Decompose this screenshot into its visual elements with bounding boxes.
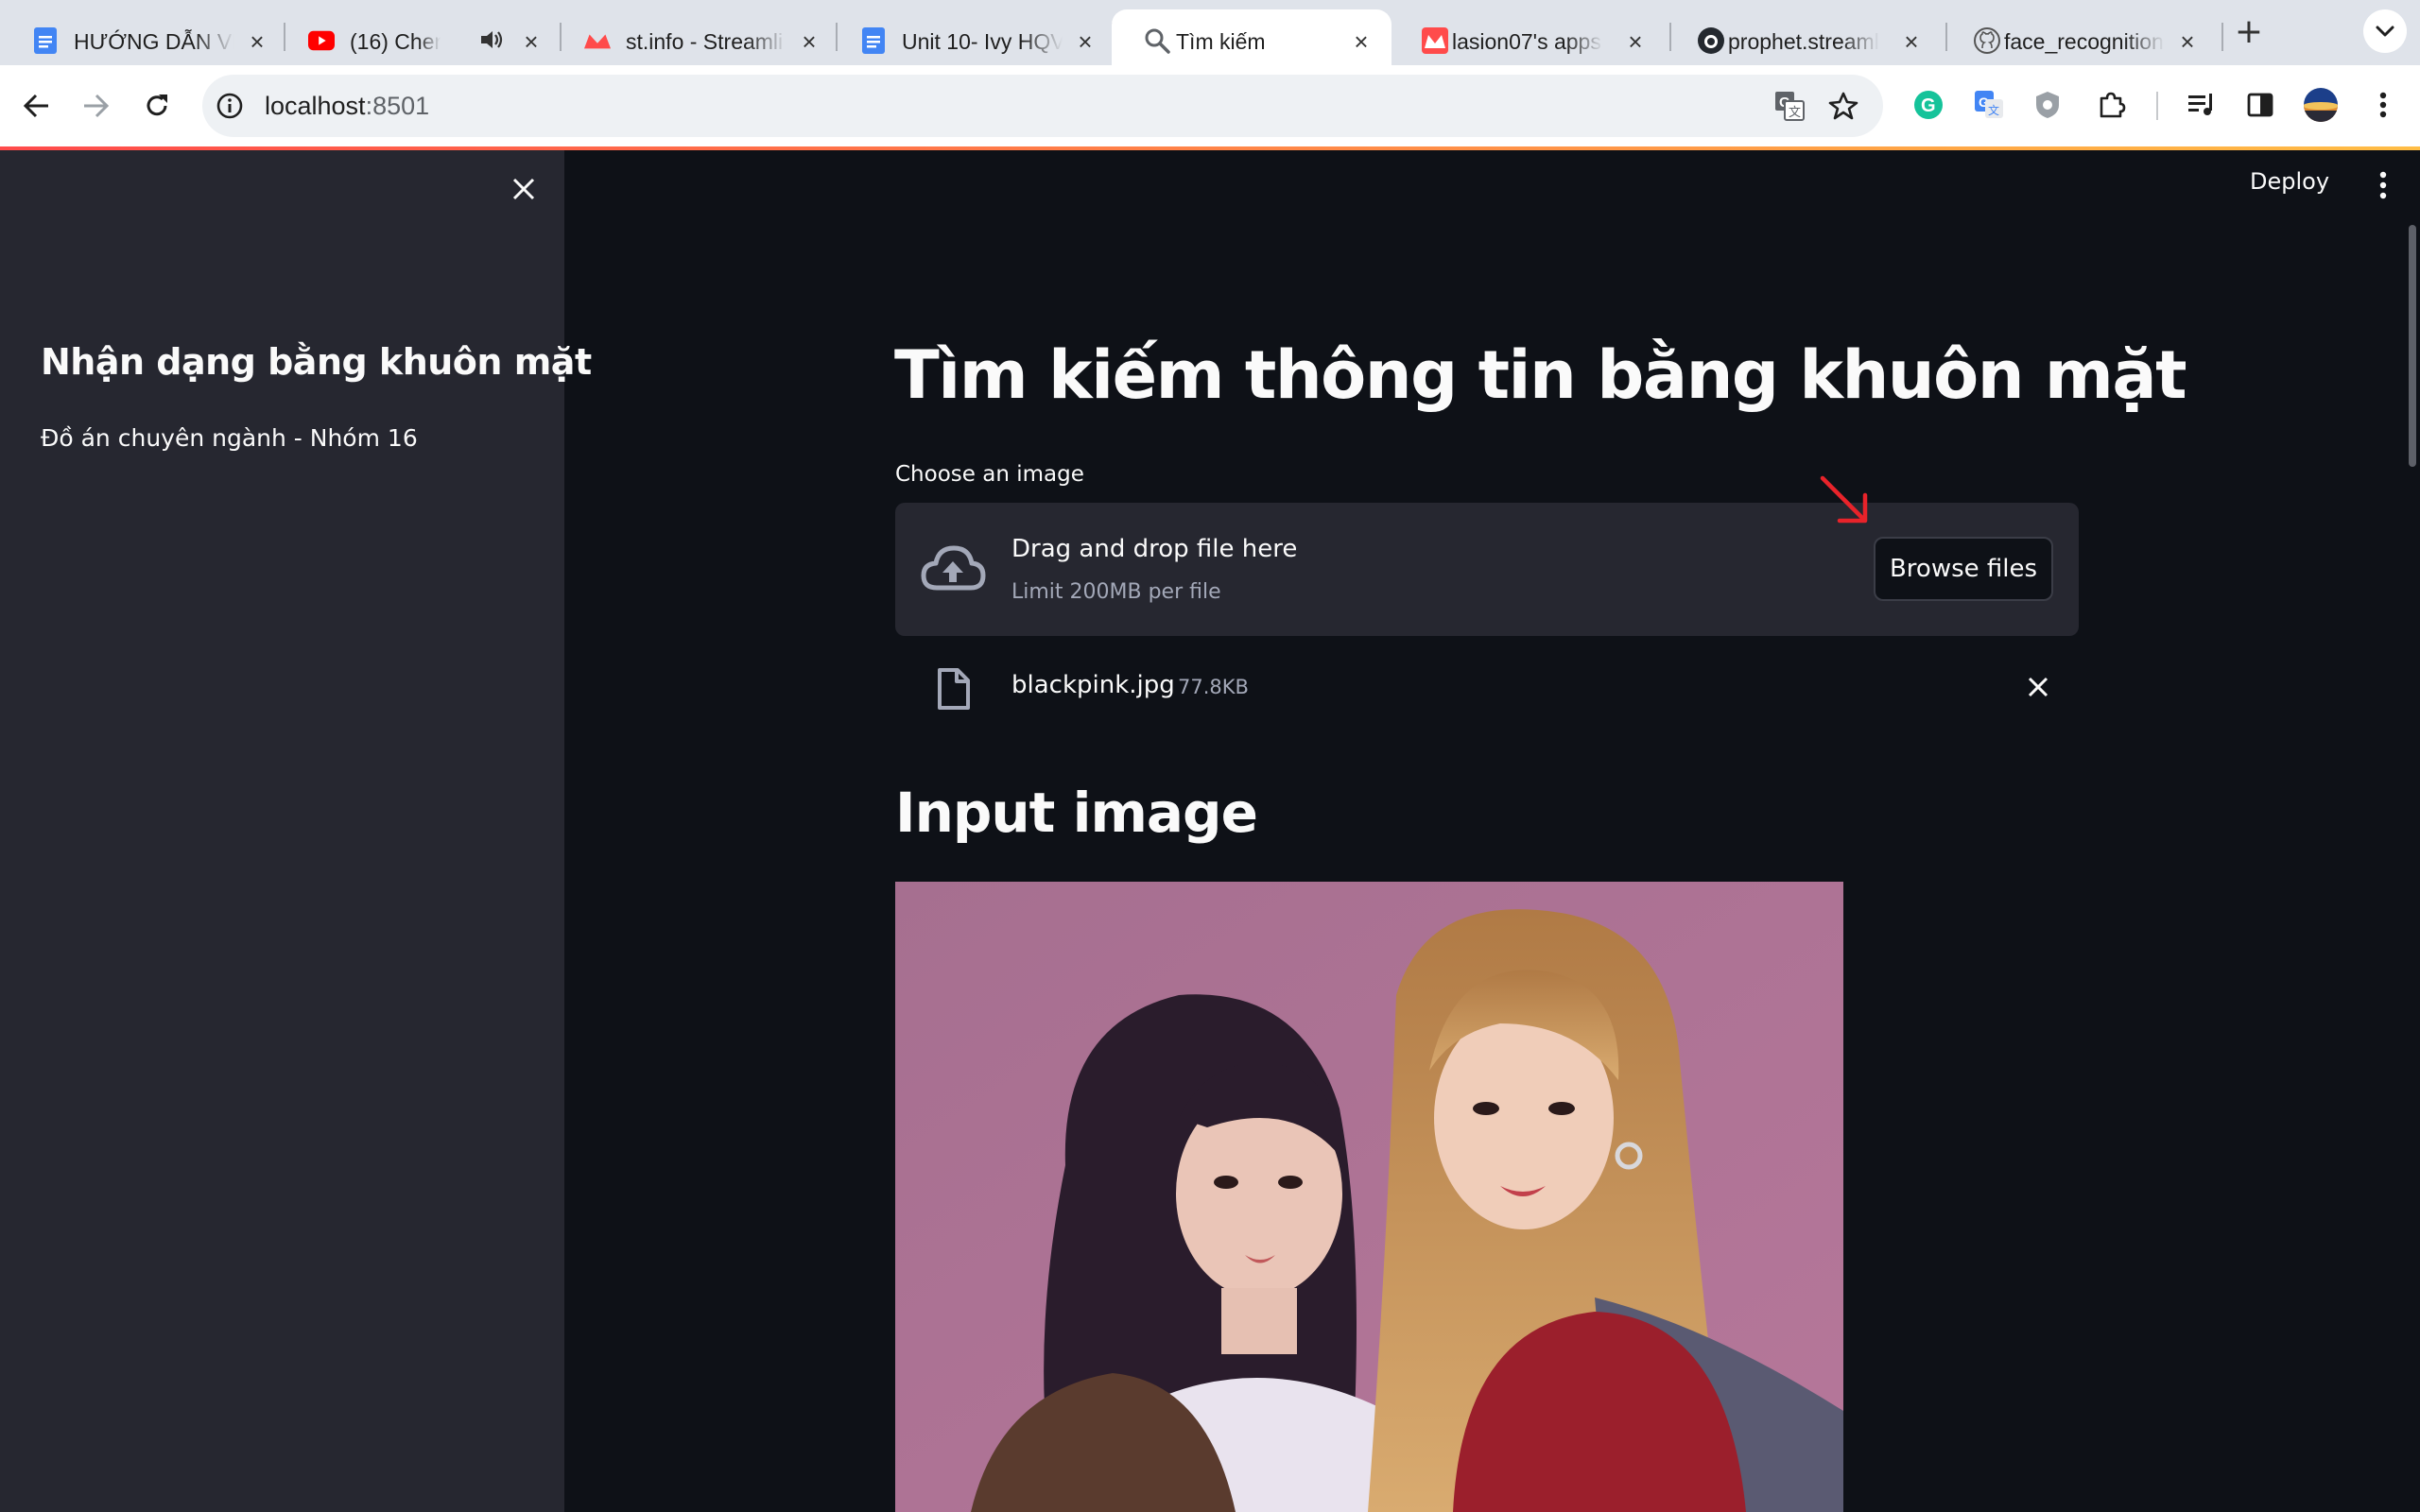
deploy-button[interactable]: Deploy (2250, 168, 2329, 195)
close-icon (2028, 677, 2048, 697)
tab-unit-10[interactable]: Unit 10- Ivy HQV × (828, 9, 1114, 65)
profile-avatar[interactable] (2301, 85, 2341, 125)
close-tab-icon[interactable]: × (244, 28, 270, 55)
tab-title: Tìm kiếm (1176, 29, 1266, 54)
file-uploader-label: Choose an image (895, 462, 1084, 487)
tab-cherry[interactable]: (16) Cherry B × (276, 9, 562, 65)
sidebar-title: Nhận dạng bằng khuôn mặt (41, 341, 592, 383)
browse-files-button[interactable]: Browse files (1874, 537, 2053, 601)
shield-extension-icon[interactable] (2028, 85, 2067, 125)
tab-title: prophet.streamli (1728, 29, 1879, 54)
tab-search-button[interactable] (2363, 9, 2407, 53)
forward-button[interactable] (74, 84, 117, 128)
arrow-left-icon (23, 94, 48, 118)
tab-title: face_recognition (2004, 29, 2164, 54)
sidebar-subtitle: Đồ án chuyên ngành - Nhóm 16 (41, 424, 418, 452)
tab-separator (2221, 23, 2223, 51)
browser-tab-strip: HƯỚNG DẪN VIẾ × (16) Cherry B × st.info … (0, 0, 2420, 65)
uploaded-file-row: blackpink.jpg 77.8KB (895, 654, 2079, 720)
reload-icon (147, 94, 167, 116)
streamlit-icon (1422, 27, 1448, 54)
dropzone-limit: Limit 200MB per file (1011, 580, 1221, 604)
google-docs-icon (32, 27, 59, 54)
input-image (895, 882, 1843, 1512)
reload-button[interactable] (135, 84, 179, 128)
streamlit-icon (584, 27, 611, 54)
google-translate-icon[interactable]: G文 (1969, 85, 2009, 125)
remove-file-button[interactable] (2020, 669, 2056, 705)
github-icon (1698, 27, 1724, 54)
dropzone-instructions: Drag and drop file here (1011, 535, 1298, 563)
file-icon (938, 668, 970, 710)
page-scrollbar[interactable] (2409, 225, 2416, 467)
close-tab-icon[interactable]: × (1348, 28, 1374, 55)
collapse-sidebar-button[interactable] (506, 171, 542, 207)
tab-lasion07-apps[interactable]: lasion07's apps × (1390, 9, 1671, 65)
close-tab-icon[interactable]: × (2174, 28, 2201, 55)
close-tab-icon[interactable]: × (796, 28, 822, 55)
file-dropzone[interactable]: Drag and drop file here Limit 200MB per … (895, 503, 2079, 636)
google-docs-icon (860, 27, 887, 54)
annotation-arrow-icon (1820, 475, 1868, 524)
uploaded-file-size: 77.8KB (1178, 676, 1249, 698)
speaker-icon[interactable] (478, 28, 505, 55)
close-tab-icon[interactable]: × (518, 28, 544, 55)
tab-title: Unit 10- Ivy HQV (902, 29, 1063, 54)
more-vertical-icon (2379, 171, 2387, 199)
side-panel-icon[interactable] (2240, 85, 2280, 125)
tab-title: lasion07's apps (1452, 29, 1601, 54)
uploaded-file-name: blackpink.jpg (1011, 671, 1175, 699)
translate-icon[interactable]: G文 (1773, 90, 1806, 122)
tab-title: (16) Cherry B (350, 29, 441, 54)
url-host: localhost (265, 92, 366, 120)
input-image-heading: Input image (895, 781, 1258, 845)
tab-st-info[interactable]: st.info - Streamli × (552, 9, 838, 65)
browser-menu-icon[interactable] (2363, 85, 2403, 125)
grammarly-icon[interactable]: G (1909, 85, 1948, 125)
search-icon (1144, 27, 1170, 54)
site-info-icon[interactable] (214, 90, 246, 122)
back-button[interactable] (15, 84, 59, 128)
url-port: :8501 (365, 92, 430, 120)
close-tab-icon[interactable]: × (1072, 28, 1098, 55)
close-tab-icon[interactable]: × (1898, 28, 1925, 55)
tab-tim-kiem[interactable]: Tìm kiếm × (1112, 9, 1392, 65)
page-title: Tìm kiếm thông tin bằng khuôn mặt (894, 336, 2187, 414)
svg-text:文: 文 (1789, 106, 1801, 120)
close-icon (512, 178, 535, 200)
group-photo-image (895, 882, 1843, 1512)
sidebar: Nhận dạng bằng khuôn mặt Đồ án chuyên ng… (0, 150, 592, 1512)
tab-title: st.info - Streamli (626, 29, 784, 54)
new-tab-button[interactable]: + (2232, 13, 2266, 51)
chevron-down-icon (2376, 26, 2394, 37)
arrow-right-icon (84, 94, 110, 118)
svg-text:G: G (1921, 95, 1936, 116)
bookmark-star-icon[interactable] (1827, 90, 1859, 122)
github-icon (1974, 27, 2000, 54)
tab-huong-dan[interactable]: HƯỚNG DẪN VIẾ × (0, 9, 285, 65)
puzzle-extensions-icon[interactable] (2092, 85, 2132, 125)
toolbar-separator (2156, 92, 2158, 120)
cloud-upload-icon (921, 545, 986, 591)
svg-text:文: 文 (1988, 103, 1999, 117)
app-menu-button[interactable] (2367, 166, 2399, 204)
youtube-icon (308, 27, 335, 54)
close-tab-icon[interactable]: × (1622, 28, 1649, 55)
tab-prophet[interactable]: prophet.streamli × (1666, 9, 1947, 65)
address-bar[interactable]: localhost:8501 G文 (202, 75, 1883, 137)
tab-face-recognition[interactable]: face_recognition × (1942, 9, 2223, 65)
url-text[interactable]: localhost:8501 (265, 92, 429, 121)
tab-title: HƯỚNG DẪN VIẾ (74, 29, 234, 54)
media-controls-icon[interactable] (2182, 85, 2221, 125)
browser-toolbar: localhost:8501 G文 G G文 (0, 65, 2420, 146)
